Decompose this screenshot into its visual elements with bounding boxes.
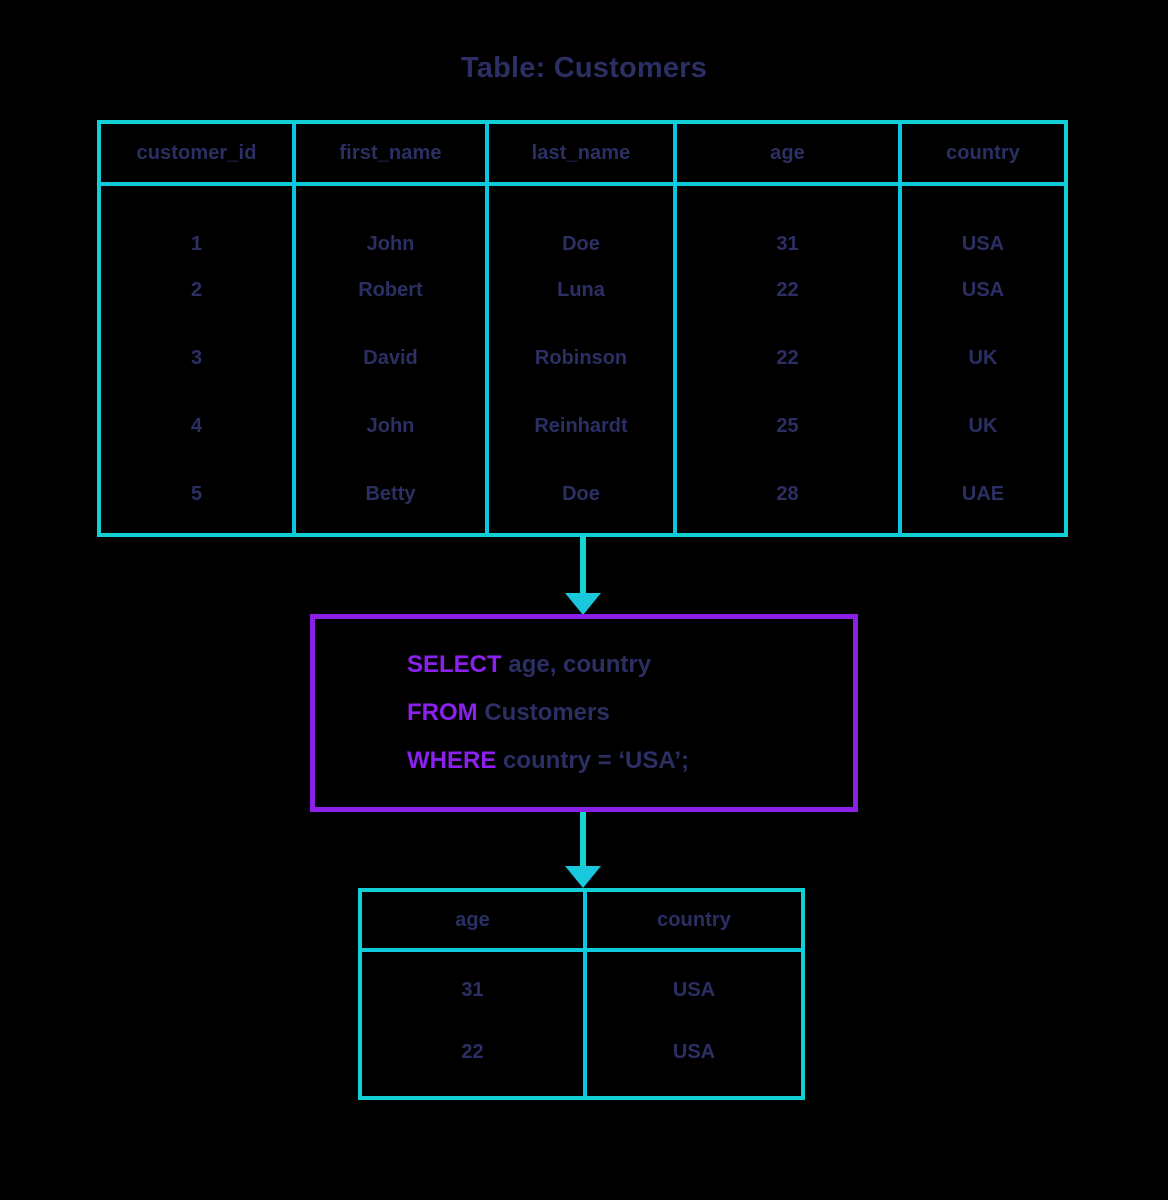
result-header-cell-country: country (583, 892, 801, 948)
result-table: age country 31 22 USA USA (358, 888, 805, 1100)
source-column-first-name: John Robert David John Betty (292, 186, 485, 537)
table-cell: 31 (776, 233, 799, 255)
table-cell: Robinson (534, 346, 628, 369)
table-cell: USA (672, 979, 716, 1001)
table-cell: 1 (190, 233, 203, 255)
table-cell: John (366, 233, 415, 255)
table-cell: USA (672, 1041, 716, 1063)
result-column-age: 31 22 (362, 952, 583, 1096)
query-line-from: FROM Customers (407, 689, 853, 737)
source-table-body: 1 2 3 4 5 John Robert David John Betty D… (101, 186, 1064, 537)
query-line-select: SELECT age, country (407, 641, 853, 689)
source-header-cell-first-name: first_name (292, 124, 485, 182)
source-header-cell-age: age (673, 124, 898, 182)
table-cell: Reinhardt (534, 414, 628, 437)
source-header-label: customer_id (136, 141, 257, 164)
sql-clause-from-body: Customers (477, 699, 610, 726)
table-cell: Doe (562, 233, 600, 255)
table-cell: 4 (190, 414, 203, 437)
result-header-label: country (656, 908, 732, 931)
source-header-cell-customer-id: customer_id (101, 124, 292, 182)
sql-query-box: SELECT age, country FROM Customers WHERE… (310, 614, 858, 812)
result-header-label: age (455, 908, 490, 931)
source-header-cell-last-name: last_name (485, 124, 673, 182)
source-header-cell-country: country (898, 124, 1064, 182)
page-title: Table: Customers (461, 52, 707, 84)
source-column-last-name: Doe Luna Robinson Reinhardt Doe (485, 186, 673, 537)
table-cell: USA (961, 278, 1005, 301)
table-cell: 31 (461, 979, 484, 1001)
arrow-down-icon (565, 812, 601, 890)
sql-keyword-from: FROM (407, 699, 478, 726)
result-table-body: 31 22 USA USA (362, 952, 801, 1096)
table-cell: 3 (190, 346, 203, 369)
source-header-label: age (770, 141, 805, 164)
table-cell: John (366, 414, 415, 437)
source-table-header-row: customer_id first_name last_name age cou… (101, 124, 1064, 186)
result-column-country: USA USA (583, 952, 801, 1096)
table-cell: 2 (190, 278, 203, 301)
table-cell: UAE (961, 482, 1005, 505)
source-table: customer_id first_name last_name age cou… (97, 120, 1068, 537)
source-header-label: last_name (531, 141, 631, 164)
arrow-head (565, 593, 601, 615)
table-cell: Luna (557, 278, 605, 301)
arrow-shaft (580, 812, 586, 868)
table-cell: 28 (776, 482, 799, 505)
source-header-label: first_name (339, 141, 442, 164)
result-header-cell-age: age (362, 892, 583, 948)
result-table-header-row: age country (362, 892, 801, 952)
table-cell: Betty (365, 482, 416, 505)
arrow-head (565, 866, 601, 888)
source-header-label: country (945, 141, 1021, 164)
table-cell: USA (961, 233, 1005, 255)
source-column-country: USA USA UK UK UAE (898, 186, 1064, 537)
sql-keyword-where: WHERE (407, 747, 497, 774)
arrow-shaft (580, 537, 586, 595)
table-cell: 25 (776, 414, 799, 437)
sql-clause-where-body: country = ‘USA’; (496, 747, 690, 774)
table-cell: UK (968, 346, 998, 369)
arrow-down-icon (565, 537, 601, 615)
source-column-age: 31 22 22 25 28 (673, 186, 898, 537)
table-cell: 22 (461, 1041, 484, 1063)
table-cell: 22 (776, 278, 799, 301)
sql-keyword-select: SELECT (407, 651, 502, 678)
table-cell: Robert (358, 278, 423, 301)
table-cell: David (363, 346, 418, 369)
sql-clause-select-body: age, country (501, 651, 652, 678)
table-cell: UK (968, 414, 998, 437)
query-line-where: WHERE country = ‘USA’; (407, 737, 853, 785)
table-cell: Doe (562, 482, 600, 505)
table-cell: 5 (190, 482, 203, 505)
source-column-customer-id: 1 2 3 4 5 (101, 186, 292, 537)
diagram-canvas: Table: Customers customer_id first_name … (0, 0, 1168, 1200)
table-cell: 22 (776, 346, 799, 369)
